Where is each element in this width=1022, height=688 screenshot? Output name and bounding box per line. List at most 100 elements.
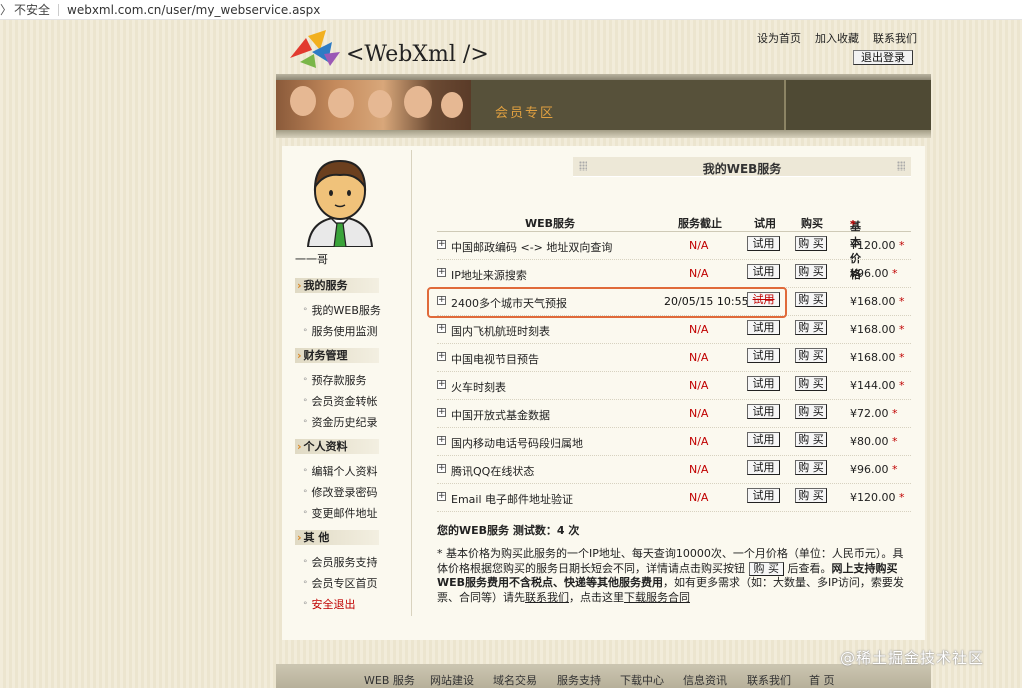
expand-icon[interactable]: + — [437, 352, 446, 361]
address-bar[interactable]: 〉 不安全 webxml.com.cn/user/my_webservice.a… — [0, 0, 1022, 20]
expand-icon[interactable]: + — [437, 492, 446, 501]
try-button[interactable]: 试用 — [747, 488, 780, 503]
contact-us-link[interactable]: 联系我们 — [873, 30, 917, 46]
back-chevron-icon[interactable]: 〉 — [0, 1, 12, 18]
expand-icon[interactable]: + — [437, 380, 446, 389]
expand-icon[interactable]: + — [437, 436, 446, 445]
footer-link-website-build[interactable]: 网站建设 — [430, 672, 474, 688]
section-other: › 其 他 — [295, 530, 379, 545]
section-title-box: 我的WEB服务 — [573, 157, 911, 177]
logout-button[interactable]: 退出登录 — [853, 50, 913, 65]
download-contract-link[interactable]: 下载服务合同 — [624, 591, 690, 604]
arrow-icon: › — [297, 279, 302, 292]
try-button[interactable]: 试用 — [747, 264, 780, 279]
buy-button[interactable]: 购 买 — [795, 292, 827, 307]
try-button[interactable]: 试用 — [747, 432, 780, 447]
buy-button[interactable]: 购 买 — [795, 404, 827, 419]
banner-photo — [276, 80, 471, 130]
buy-button[interactable]: 购 买 — [795, 348, 827, 363]
buy-button[interactable]: 购 买 — [795, 460, 827, 475]
service-price: ¥168.00 * — [850, 351, 905, 364]
menu-safe-logout[interactable]: ° 安全退出 — [303, 596, 356, 612]
buy-button[interactable]: 购 买 — [795, 236, 827, 251]
contact-us-note-link[interactable]: 联系我们 — [525, 591, 569, 604]
service-price: ¥144.00 * — [850, 379, 905, 392]
service-name[interactable]: Email 电子邮件地址验证 — [451, 491, 573, 507]
add-favorite-link[interactable]: 加入收藏 — [815, 30, 859, 46]
site-logo[interactable]: <WebXml /> — [286, 28, 586, 72]
footer-link-news[interactable]: 信息资讯 — [683, 672, 727, 688]
bullet-icon: ° — [303, 377, 308, 387]
service-price: ¥96.00 * — [850, 463, 898, 476]
service-expiry: N/A — [689, 379, 709, 392]
service-name[interactable]: 国内移动电话号码段归属地 — [451, 435, 583, 451]
col-expiry: 服务截止 — [678, 217, 722, 230]
expand-icon[interactable]: + — [437, 240, 446, 249]
service-expiry: N/A — [689, 267, 709, 280]
bullet-icon: ° — [303, 601, 308, 611]
banner-bottom-rule — [276, 130, 931, 138]
menu-fund-history[interactable]: ° 资金历史纪录 — [303, 414, 378, 430]
service-expiry: N/A — [689, 407, 709, 420]
footer-link-home[interactable]: 首 页 — [809, 672, 835, 688]
test-count: 您的WEB服务 测试数：4 次 — [437, 524, 580, 537]
service-expiry: N/A — [689, 239, 709, 252]
table-row: + 国内飞机航班时刻表 N/A 试用 购 买 ¥168.00 * — [437, 316, 911, 344]
expand-icon[interactable]: + — [437, 324, 446, 333]
footer-link-domain[interactable]: 域名交易 — [493, 672, 537, 688]
service-name[interactable]: 腾讯QQ在线状态 — [451, 463, 534, 479]
buy-button[interactable]: 购 买 — [795, 376, 827, 391]
footer-link-webservice[interactable]: WEB 服务 — [364, 672, 415, 688]
footer-link-download[interactable]: 下载中心 — [620, 672, 664, 688]
menu-member-support[interactable]: ° 会员服务支持 — [303, 554, 378, 570]
menu-my-webservice[interactable]: ° 我的WEB服务 — [303, 302, 381, 318]
footer-link-support[interactable]: 服务支持 — [557, 672, 601, 688]
service-name[interactable]: 中国电视节目预告 — [451, 351, 539, 367]
service-price: ¥72.00 * — [850, 407, 898, 420]
col-webservice: WEB服务 — [525, 217, 576, 230]
url-text[interactable]: webxml.com.cn/user/my_webservice.aspx — [67, 3, 320, 17]
set-homepage-link[interactable]: 设为首页 — [757, 30, 801, 46]
banner-right-panel — [784, 80, 931, 130]
buy-button[interactable]: 购 买 — [795, 432, 827, 447]
try-button[interactable]: 试用 — [747, 376, 780, 391]
footer-link-contact[interactable]: 联系我们 — [747, 672, 791, 688]
try-button[interactable]: 试用 — [747, 320, 780, 335]
divider — [58, 3, 60, 16]
try-button[interactable]: 试用 — [747, 348, 780, 363]
menu-change-password[interactable]: ° 修改登录密码 — [303, 484, 378, 500]
highlight-annotation — [427, 287, 787, 318]
arrow-icon: › — [297, 531, 302, 544]
buy-button[interactable]: 购 买 — [795, 264, 827, 279]
try-button[interactable]: 试用 — [747, 404, 780, 419]
menu-change-email[interactable]: ° 变更邮件地址 — [303, 505, 378, 521]
buy-button[interactable]: 购 买 — [795, 320, 827, 335]
table-row: + 国内移动电话号码段归属地 N/A 试用 购 买 ¥80.00 * — [437, 428, 911, 456]
try-button[interactable]: 试用 — [747, 236, 780, 251]
note-buy-button[interactable]: 购 买 — [748, 561, 784, 576]
service-name[interactable]: 中国邮政编码 <-> 地址双向查询 — [451, 239, 612, 255]
security-label[interactable]: 不安全 — [14, 1, 50, 18]
service-expiry: N/A — [689, 463, 709, 476]
service-name[interactable]: IP地址来源搜索 — [451, 267, 527, 283]
menu-usage-monitor[interactable]: ° 服务使用监测 — [303, 323, 378, 339]
menu-member-home[interactable]: ° 会员专区首页 — [303, 575, 378, 591]
table-row: + IP地址来源搜索 N/A 试用 购 买 ¥96.00 * — [437, 260, 911, 288]
footer-nav: WEB 服务 网站建设 域名交易 服务支持 下载中心 信息资讯 联系我们 首 页 — [276, 672, 931, 688]
menu-edit-profile[interactable]: ° 编辑个人资料 — [303, 463, 378, 479]
service-name[interactable]: 国内飞机航班时刻表 — [451, 323, 550, 339]
service-name[interactable]: 中国开放式基金数据 — [451, 407, 550, 423]
menu-prepaid[interactable]: ° 预存款服务 — [303, 372, 367, 388]
expand-icon[interactable]: + — [437, 408, 446, 417]
expand-icon[interactable]: + — [437, 464, 446, 473]
expand-icon[interactable]: + — [437, 268, 446, 277]
service-price: ¥168.00 * — [850, 295, 905, 308]
buy-button[interactable]: 购 买 — [795, 488, 827, 503]
menu-fund-transfer[interactable]: ° 会员资金转帐 — [303, 393, 378, 409]
service-expiry: N/A — [689, 435, 709, 448]
service-name[interactable]: 火车时刻表 — [451, 379, 506, 395]
service-price: ¥120.00 * — [850, 239, 905, 252]
table-row: + 火车时刻表 N/A 试用 购 买 ¥144.00 * — [437, 372, 911, 400]
bullet-icon: ° — [303, 307, 308, 317]
try-button[interactable]: 试用 — [747, 460, 780, 475]
